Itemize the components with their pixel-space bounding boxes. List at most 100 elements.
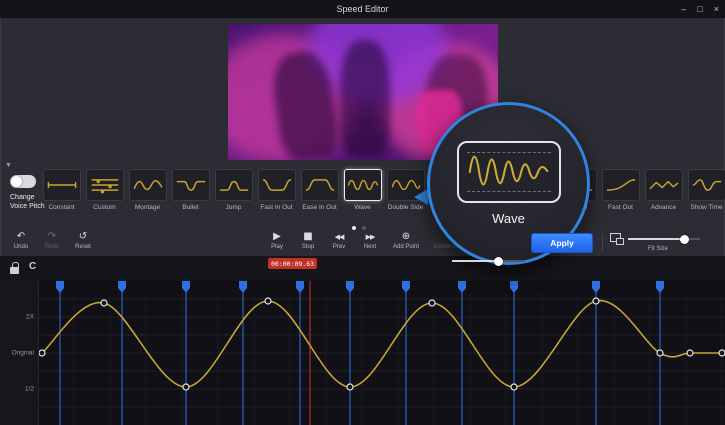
curve-control-point[interactable] <box>429 300 435 306</box>
preset-label: Advance <box>651 204 676 211</box>
preset-curve-icon <box>172 169 210 201</box>
callout-pointer-icon <box>414 189 428 205</box>
speed-axis-label: 1/2 <box>25 386 34 393</box>
close-button[interactable]: × <box>714 4 719 14</box>
next-icon: ▶▶ <box>366 231 375 243</box>
curve-control-point[interactable] <box>101 300 107 306</box>
pager-dot[interactable] <box>362 226 366 230</box>
redo-button[interactable]: ↷Redo <box>39 231 65 250</box>
slider-fill <box>452 260 498 262</box>
curve-control-point[interactable] <box>39 350 45 356</box>
prev-button[interactable]: ◀◀Prev <box>326 231 352 250</box>
reset-button[interactable]: ↺Reset <box>70 231 96 250</box>
speed-axis-label: 2X <box>26 314 34 321</box>
titlebar: Speed Editor – □ × <box>0 0 725 18</box>
preset-curve-icon <box>129 169 167 201</box>
voice-pitch-toggle[interactable] <box>10 175 36 188</box>
speed-curve-canvas[interactable] <box>38 281 725 425</box>
preset-bullet[interactable]: Bullet <box>169 169 212 211</box>
pager-dot[interactable] <box>352 226 356 230</box>
preset-ease-in-out[interactable]: Ease In Out <box>298 169 341 211</box>
fit-size-group: Fit Size <box>610 233 700 252</box>
speed-editor-window: Speed Editor – □ × ▼ Change Voice Pitch … <box>0 0 725 425</box>
fit-size-slider[interactable] <box>628 238 700 240</box>
preset-fast-in-out[interactable]: Fast In Out <box>255 169 298 211</box>
ruler-tools: C <box>10 260 36 274</box>
prev-icon: ◀◀ <box>335 231 344 243</box>
preset-curve-icon <box>86 169 124 201</box>
curve-control-point[interactable] <box>265 298 271 304</box>
toolbar-divider <box>602 234 603 251</box>
stop-icon: ■ <box>303 231 312 243</box>
lock-icon[interactable] <box>10 267 19 274</box>
play-button[interactable]: ▶Play <box>264 231 290 250</box>
keyframe-marker[interactable] <box>296 281 304 293</box>
apply-button[interactable]: Apply <box>531 233 593 253</box>
preset-curve-icon <box>258 169 296 201</box>
undo-icon: ↶ <box>17 231 25 243</box>
maximize-button[interactable]: □ <box>697 4 702 14</box>
preset-jump[interactable]: Jump <box>212 169 255 211</box>
voice-pitch-block: Change Voice Pitch <box>10 175 62 211</box>
add-point-icon: ⊕ <box>402 231 410 243</box>
curve-control-point[interactable] <box>511 384 517 390</box>
preset-size-slider[interactable] <box>452 260 524 262</box>
preset-advance[interactable]: Advance <box>642 169 685 211</box>
preset-fast-out[interactable]: Fast Out <box>599 169 642 211</box>
keyframe-marker[interactable] <box>592 281 600 293</box>
keyframe-marker[interactable] <box>656 281 664 293</box>
preset-strip: ConstantCustomMontageBulletJumpFast In O… <box>40 169 725 211</box>
keyframe-marker[interactable] <box>510 281 518 293</box>
toolbar-left-group: ↶Undo ↷Redo ↺Reset <box>8 231 96 250</box>
preset-curve-icon <box>688 169 725 201</box>
collapse-arrow-icon[interactable]: ▼ <box>5 162 12 169</box>
curve-control-point[interactable] <box>719 350 725 356</box>
speed-curve[interactable] <box>42 301 722 387</box>
preset-curve-icon <box>645 169 683 201</box>
curve-control-point[interactable] <box>183 384 189 390</box>
keyframe-marker[interactable] <box>56 281 64 293</box>
keyframe-marker[interactable] <box>239 281 247 293</box>
add-point-button[interactable]: ⊕Add Point <box>388 231 424 250</box>
curve-control-point[interactable] <box>687 350 693 356</box>
callout-label: Wave <box>492 211 525 226</box>
preset-size-slider-knob[interactable] <box>494 257 503 266</box>
next-button[interactable]: ▶▶Next <box>357 231 383 250</box>
window-controls: – □ × <box>681 0 719 18</box>
keyframe-marker[interactable] <box>182 281 190 293</box>
preset-wave[interactable]: Wave <box>341 169 384 211</box>
wave-curve-icon <box>461 144 557 200</box>
preset-label: Jump <box>226 204 242 211</box>
undo-button[interactable]: ↶Undo <box>8 231 34 250</box>
keyframe-marker[interactable] <box>346 281 354 293</box>
toggle-knob <box>11 176 22 187</box>
preset-label: Show Time <box>690 204 722 211</box>
fit-size-slider-knob[interactable] <box>680 235 689 244</box>
keyframe-marker[interactable] <box>118 281 126 293</box>
preset-label: Montage <box>135 204 160 211</box>
keyframe-marker[interactable] <box>458 281 466 293</box>
preset-label: Custom <box>93 204 115 211</box>
fit-size-icon <box>610 233 621 242</box>
keyframe-marker[interactable] <box>402 281 410 293</box>
preset-label: Bullet <box>182 204 198 211</box>
preset-pager <box>352 226 366 230</box>
stop-button[interactable]: ■Stop <box>295 231 321 250</box>
preset-label: Double Side <box>388 204 423 211</box>
preset-curve-icon <box>602 169 640 201</box>
snap-icon[interactable]: C <box>29 260 36 274</box>
redo-icon: ↷ <box>48 231 56 243</box>
curve-control-point[interactable] <box>657 350 663 356</box>
preset-label: Ease In Out <box>302 204 336 211</box>
curve-control-point[interactable] <box>593 298 599 304</box>
preset-label: Fast Out <box>608 204 633 211</box>
preset-custom[interactable]: Custom <box>83 169 126 211</box>
preset-montage[interactable]: Montage <box>126 169 169 211</box>
preset-label: Wave <box>354 204 370 211</box>
preset-curve-icon <box>215 169 253 201</box>
timeline-ruler[interactable]: 24681012141618 <box>0 256 725 282</box>
curve-control-point[interactable] <box>347 384 353 390</box>
speed-curve-editor[interactable]: 2XOriginal1/2 <box>0 281 725 425</box>
minimize-button[interactable]: – <box>681 4 686 14</box>
preset-show-time[interactable]: Show Time <box>685 169 725 211</box>
